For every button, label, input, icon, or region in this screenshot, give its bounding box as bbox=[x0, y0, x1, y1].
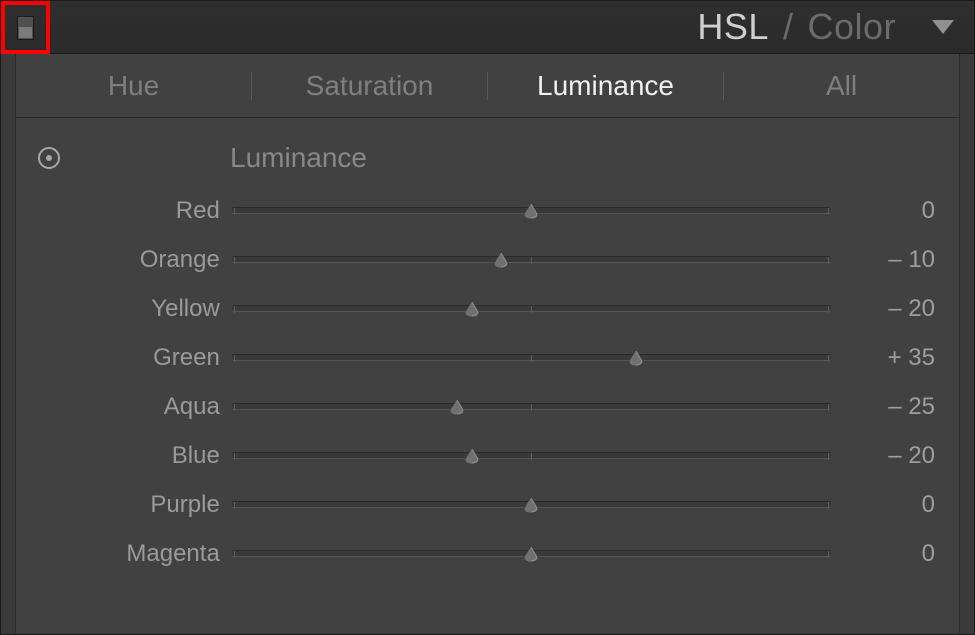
slider-track[interactable] bbox=[232, 543, 831, 565]
slider-track[interactable] bbox=[232, 249, 831, 271]
slider-row: Orange – 10 bbox=[36, 235, 941, 284]
slider-value[interactable]: + 35 bbox=[831, 344, 941, 372]
slider-row: Purple 0 bbox=[36, 480, 941, 529]
slider-label: Orange bbox=[36, 246, 232, 274]
tab-saturation[interactable]: Saturation bbox=[252, 54, 487, 117]
mode-hsl-label[interactable]: HSL bbox=[697, 6, 769, 48]
slider-track[interactable] bbox=[232, 347, 831, 369]
section-title: Luminance bbox=[230, 142, 367, 174]
slider-label: Blue bbox=[36, 442, 232, 470]
switch-icon bbox=[17, 16, 34, 40]
slider-label: Red bbox=[36, 197, 232, 225]
slider-row: Blue – 20 bbox=[36, 431, 941, 480]
target-adjust-icon[interactable] bbox=[38, 147, 60, 169]
slider-row: Magenta 0 bbox=[36, 529, 941, 578]
mode-color-label[interactable]: Color bbox=[807, 6, 896, 48]
slider-label: Aqua bbox=[36, 393, 232, 421]
panel-title: HSL / Color bbox=[697, 6, 954, 48]
slider-row: Yellow – 20 bbox=[36, 284, 941, 333]
tab-luminance[interactable]: Luminance bbox=[488, 54, 723, 117]
slider-value[interactable]: 0 bbox=[831, 540, 941, 568]
slider-row: Aqua – 25 bbox=[36, 382, 941, 431]
slider-value[interactable]: – 10 bbox=[831, 246, 941, 274]
slider-value[interactable]: 0 bbox=[831, 491, 941, 519]
slider-track[interactable] bbox=[232, 445, 831, 467]
slider-value[interactable]: – 25 bbox=[831, 393, 941, 421]
slider-track[interactable] bbox=[232, 200, 831, 222]
slider-label: Yellow bbox=[36, 295, 232, 323]
tab-hue[interactable]: Hue bbox=[16, 54, 251, 117]
slider-row: Green + 35 bbox=[36, 333, 941, 382]
slider-value[interactable]: 0 bbox=[831, 197, 941, 225]
panel-header: HSL / Color bbox=[1, 1, 974, 54]
slider-track[interactable] bbox=[232, 494, 831, 516]
slider-row: Red 0 bbox=[36, 186, 941, 235]
slider-value[interactable]: – 20 bbox=[831, 442, 941, 470]
panel-toggle-switch[interactable] bbox=[1, 1, 50, 54]
slider-label: Green bbox=[36, 344, 232, 372]
slider-value[interactable]: – 20 bbox=[831, 295, 941, 323]
tabs-row: Hue Saturation Luminance All bbox=[15, 54, 960, 118]
collapse-triangle-icon[interactable] bbox=[932, 20, 954, 34]
panel-content: Luminance Red 0 Orange – 10 Yellow bbox=[15, 118, 960, 633]
slider-label: Magenta bbox=[36, 540, 232, 568]
mode-separator: / bbox=[783, 6, 794, 48]
slider-track[interactable] bbox=[232, 298, 831, 320]
tab-all[interactable]: All bbox=[724, 54, 959, 117]
slider-track[interactable] bbox=[232, 396, 831, 418]
slider-label: Purple bbox=[36, 491, 232, 519]
